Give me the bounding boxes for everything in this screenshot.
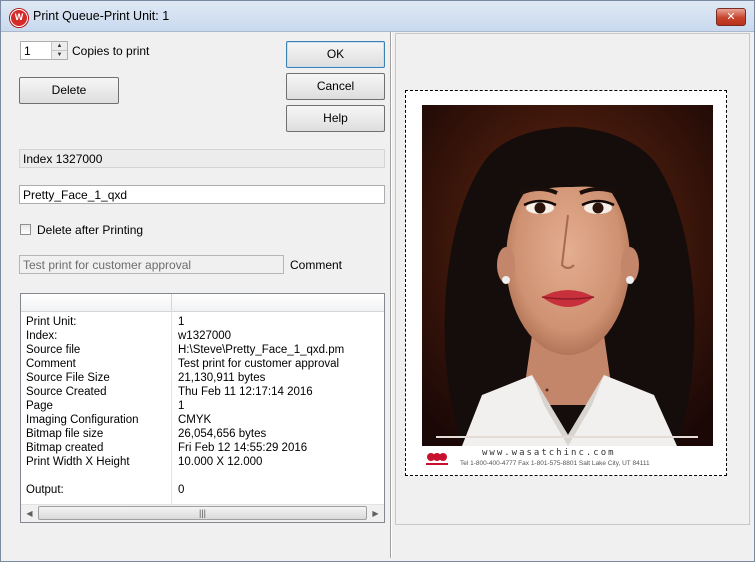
footer-info-text: Tel 1-800-400-4777 Fax 1-801-575-8801 Sa… bbox=[460, 460, 650, 467]
table-row[interactable]: Bitmap created Fri Feb 12 14:55:29 2016 bbox=[21, 441, 384, 455]
ok-button[interactable]: OK bbox=[286, 41, 385, 68]
table-row[interactable] bbox=[21, 469, 384, 483]
spin-up-icon[interactable]: ▲ bbox=[52, 42, 67, 51]
detail-value: 26,054,656 bytes bbox=[178, 428, 267, 440]
detail-key: Comment bbox=[26, 358, 76, 370]
help-button[interactable]: Help bbox=[286, 105, 385, 132]
detail-value: 21,130,911 bytes bbox=[178, 372, 266, 384]
detail-key: Bitmap file size bbox=[26, 428, 104, 440]
table-row[interactable]: Page 1 bbox=[21, 399, 384, 413]
footer-url-text: www.wasatchinc.com bbox=[482, 448, 616, 458]
table-row[interactable]: Output: 0 bbox=[21, 483, 384, 497]
detail-rows: Print Unit: 1 Index: w1327000 Source file H:\… bbox=[21, 315, 384, 497]
column-header-2[interactable] bbox=[172, 294, 384, 311]
copies-label: Copies to print bbox=[72, 44, 150, 58]
preview-footer: www.wasatchinc.com Tel 1-800-400-4777 Fa… bbox=[422, 446, 713, 472]
table-row[interactable]: Imaging Configuration CMYK bbox=[21, 413, 384, 427]
preview-photo bbox=[422, 105, 713, 446]
job-details-list[interactable]: Print Unit: 1 Index: w1327000 Source file H:\… bbox=[20, 293, 385, 523]
list-header bbox=[21, 294, 384, 312]
detail-value: w1327000 bbox=[178, 330, 232, 342]
detail-value: CMYK bbox=[178, 414, 212, 426]
detail-key: Bitmap created bbox=[26, 442, 104, 454]
scroll-left-icon[interactable]: ◀ bbox=[21, 505, 38, 522]
table-row[interactable]: Comment Test print for customer approval bbox=[21, 357, 384, 371]
detail-key: Source File Size bbox=[26, 372, 110, 384]
detail-value: H:\Steve\Pretty_Face_1_qxd.pm bbox=[178, 344, 345, 356]
column-header-1[interactable] bbox=[21, 294, 172, 311]
detail-value: Test print for customer approval bbox=[178, 358, 340, 370]
window-title: Print Queue-Print Unit: 1 bbox=[33, 9, 170, 23]
scroll-right-icon[interactable]: ▶ bbox=[367, 505, 384, 522]
title-bar[interactable]: Print Queue-Print Unit: 1 bbox=[1, 1, 754, 32]
job-name-field[interactable]: Pretty_Face_1_qxd bbox=[19, 185, 385, 204]
detail-key: Source Created bbox=[26, 386, 107, 398]
table-row[interactable]: Source File Size 21,130,911 bytes bbox=[21, 371, 384, 385]
delete-after-printing-checkbox[interactable] bbox=[20, 224, 31, 235]
table-row[interactable]: Source file H:\Steve\Pretty_Face_1_qxd.pm bbox=[21, 343, 384, 357]
detail-value: 10.000 X 12.000 bbox=[178, 456, 263, 468]
panel-divider bbox=[390, 32, 391, 558]
wasatch-logo-icon bbox=[426, 453, 448, 465]
table-row[interactable]: Print Width X Height 10.000 X 12.000 bbox=[21, 455, 384, 469]
delete-button[interactable]: Delete bbox=[19, 77, 119, 104]
table-row[interactable]: Print Unit: 1 bbox=[21, 315, 384, 329]
detail-key: Print Unit: bbox=[26, 316, 77, 328]
table-row[interactable]: Index: w1327000 bbox=[21, 329, 384, 343]
copies-value[interactable]: 1 bbox=[24, 44, 31, 58]
detail-key: Index: bbox=[26, 330, 58, 342]
detail-key: Imaging Configuration bbox=[26, 414, 139, 426]
comment-label: Comment bbox=[290, 258, 343, 272]
cancel-button[interactable]: Cancel bbox=[286, 73, 385, 100]
close-button[interactable] bbox=[716, 8, 746, 26]
detail-key: Source file bbox=[26, 344, 81, 356]
detail-value: 0 bbox=[178, 484, 185, 496]
delete-after-printing-label: Delete after Printing bbox=[37, 223, 144, 237]
comment-field[interactable]: Test print for customer approval bbox=[19, 255, 284, 274]
wasatch-app-icon bbox=[10, 9, 28, 27]
table-row[interactable]: Source Created Thu Feb 11 12:17:14 2016 bbox=[21, 385, 384, 399]
copies-spinner[interactable]: 1 ▲ ▼ bbox=[20, 41, 68, 60]
table-row[interactable]: Bitmap file size 26,054,656 bytes bbox=[21, 427, 384, 441]
detail-value: Fri Feb 12 14:55:29 2016 bbox=[178, 442, 308, 454]
spin-down-icon[interactable]: ▼ bbox=[52, 51, 67, 59]
detail-value: Thu Feb 11 12:17:14 2016 bbox=[178, 386, 313, 398]
horizontal-scrollbar[interactable]: ◀ ||| ▶ bbox=[21, 504, 384, 522]
print-queue-dialog: Print Queue-Print Unit: 1 1 ▲ ▼ Copies t… bbox=[0, 0, 755, 562]
detail-key: Print Width X Height bbox=[26, 456, 130, 468]
scroll-thumb[interactable]: ||| bbox=[38, 506, 367, 520]
detail-key: Page bbox=[26, 400, 53, 412]
index-display: Index 1327000 bbox=[19, 149, 385, 168]
spinner-arrows[interactable]: ▲ ▼ bbox=[51, 42, 67, 59]
detail-key: Output: bbox=[26, 484, 64, 496]
detail-value: 1 bbox=[178, 316, 185, 328]
detail-value: 1 bbox=[178, 400, 185, 412]
